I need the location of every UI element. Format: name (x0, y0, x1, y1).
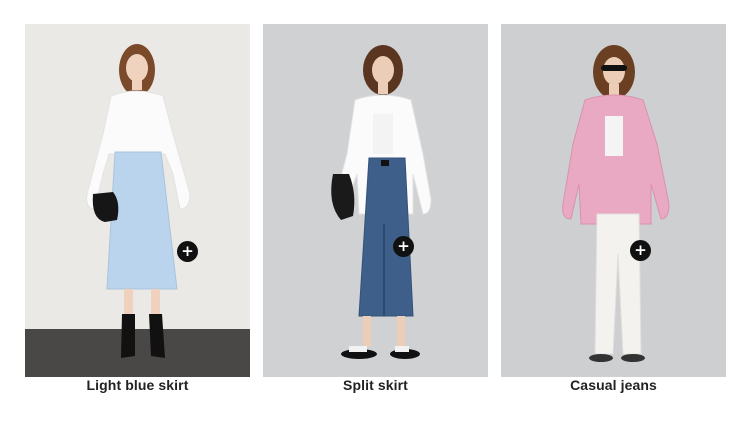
add-to-cart-button[interactable]: + (393, 236, 414, 257)
product-image[interactable]: + (263, 24, 488, 377)
add-to-cart-button[interactable]: + (177, 241, 198, 262)
product-card-split-skirt[interactable]: + (263, 24, 488, 377)
add-to-cart-button[interactable]: + (630, 240, 651, 261)
model-photo-split-skirt (263, 24, 488, 377)
product-image[interactable]: + (501, 24, 726, 377)
product-card-light-blue-skirt[interactable]: + (25, 24, 250, 377)
plus-icon: + (634, 240, 647, 259)
product-caption[interactable]: Split skirt (263, 377, 488, 393)
plus-icon: + (181, 241, 194, 260)
model-photo-light-blue-skirt (25, 24, 250, 377)
product-card-casual-jeans[interactable]: + (501, 24, 726, 377)
product-caption[interactable]: Casual jeans (501, 377, 726, 393)
plus-icon: + (397, 236, 410, 255)
product-caption[interactable]: Light blue skirt (25, 377, 250, 393)
model-photo-casual-jeans (501, 24, 726, 377)
product-grid: + Light blue skirt + Split skirt + Casua… (0, 0, 750, 423)
product-image[interactable]: + (25, 24, 250, 377)
